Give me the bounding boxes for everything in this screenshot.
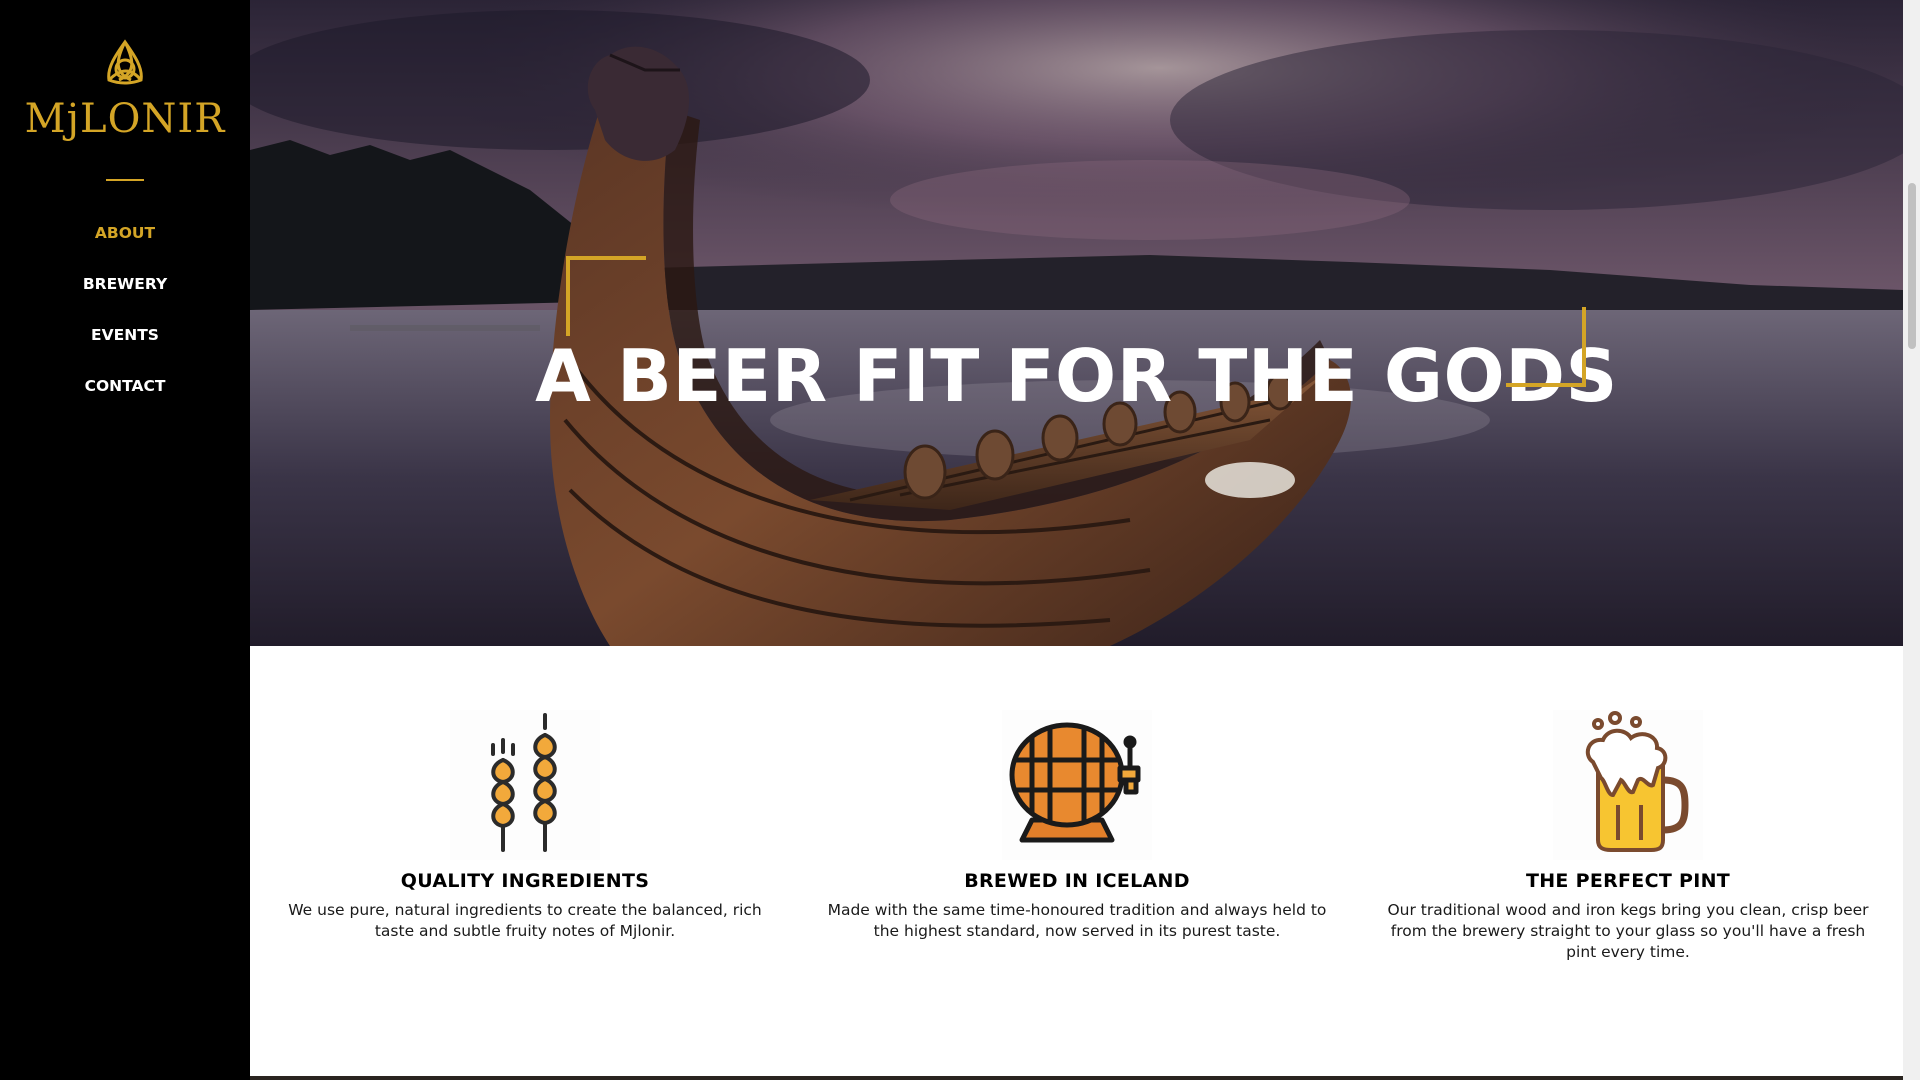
- feature-title: BREWED IN ICELAND: [964, 870, 1190, 892]
- beer-mug-icon-box: [1553, 710, 1703, 860]
- bottom-edge: [250, 1076, 1903, 1080]
- beer-barrel-icon-box: [1002, 710, 1152, 860]
- title-frame-corner-bottom-right-vertical: [1582, 307, 1586, 387]
- features-section: QUALITY INGREDIENTS We use pure, natural…: [250, 646, 1903, 1080]
- nav-item-contact[interactable]: CONTACT: [0, 373, 250, 424]
- logo-divider: [106, 179, 144, 181]
- feature-brewed-in-iceland: BREWED IN ICELAND Made with the same tim…: [827, 710, 1327, 942]
- title-frame-corner-top-left-vertical: [566, 256, 570, 336]
- hero-longship-image: [250, 0, 1903, 646]
- hero-banner: A BEER FIT FOR THE GODS: [250, 0, 1903, 646]
- feature-text: Our traditional wood and iron kegs bring…: [1387, 901, 1869, 961]
- sidebar: MjLONIR ABOUT BREWERY EVENTS CONTACT: [0, 0, 250, 1080]
- wheat-icon-box: [450, 710, 600, 860]
- brand-name: MjLONIR: [24, 96, 226, 142]
- main-nav: ABOUT BREWERY EVENTS CONTACT: [0, 220, 250, 424]
- title-frame-corner-top-left: [566, 256, 646, 260]
- brand-logo[interactable]: MjLONIR: [0, 38, 250, 142]
- feature-quality-ingredients: QUALITY INGREDIENTS We use pure, natural…: [275, 710, 775, 942]
- scrollbar-thumb[interactable]: [1908, 183, 1916, 349]
- feature-perfect-pint: THE PERFECT PINT Our traditional wood an…: [1378, 710, 1878, 963]
- feature-title: THE PERFECT PINT: [1525, 870, 1731, 892]
- wheat-icon: [491, 713, 557, 852]
- hero-title: A BEER FIT FOR THE GODS: [535, 334, 1618, 419]
- triquetra-knot-icon: [107, 39, 143, 85]
- beer-mug-icon: [1585, 711, 1689, 852]
- nav-item-about[interactable]: ABOUT: [0, 220, 250, 271]
- title-frame-corner-bottom-right: [1506, 383, 1586, 387]
- feature-text: Made with the same time-honoured traditi…: [827, 901, 1327, 940]
- page-scrollbar[interactable]: [1903, 0, 1920, 1080]
- nav-item-brewery[interactable]: BREWERY: [0, 271, 250, 322]
- feature-text: We use pure, natural ingredients to crea…: [288, 901, 762, 940]
- beer-barrel-icon: [1009, 722, 1141, 843]
- nav-item-events[interactable]: EVENTS: [0, 322, 250, 373]
- feature-title: QUALITY INGREDIENTS: [400, 870, 650, 892]
